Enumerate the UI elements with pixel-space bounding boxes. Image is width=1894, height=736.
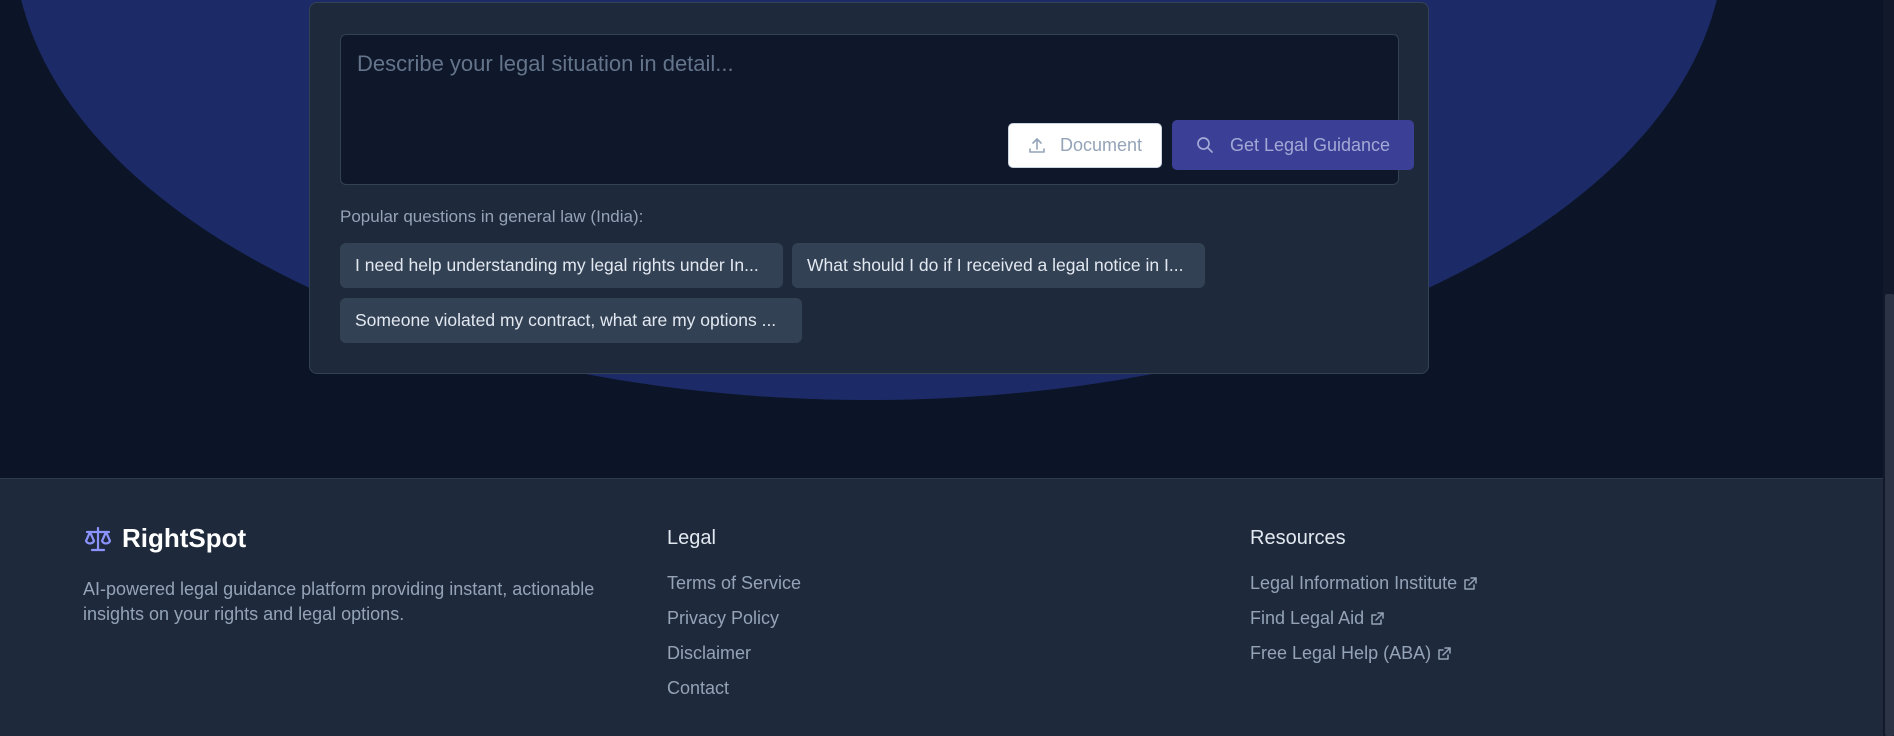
link-label: Free Legal Help (ABA) bbox=[1250, 643, 1432, 663]
find-legal-aid-link[interactable]: Find Legal Aid bbox=[1250, 608, 1384, 629]
scrollbar-thumb[interactable] bbox=[1885, 294, 1894, 736]
popular-question-chip[interactable]: I need help understanding my legal right… bbox=[340, 243, 783, 288]
popular-questions-label: Popular questions in general law (India)… bbox=[340, 207, 644, 226]
disclaimer-link[interactable]: Disclaimer bbox=[667, 643, 751, 664]
get-legal-guidance-button[interactable]: Get Legal Guidance bbox=[1172, 120, 1414, 170]
contact-link[interactable]: Contact bbox=[667, 678, 729, 699]
legal-information-institute-link[interactable]: Legal Information Institute bbox=[1250, 573, 1477, 594]
query-card: Describe your legal situation in detail.… bbox=[309, 2, 1429, 374]
external-link-icon bbox=[1437, 646, 1451, 661]
resources-column-title: Resources bbox=[1250, 527, 1346, 549]
site-footer: RightSpot AI-powered legal guidance plat… bbox=[0, 478, 1883, 736]
legal-column-title: Legal bbox=[667, 527, 716, 549]
external-link-icon bbox=[1463, 576, 1477, 591]
footer-brand[interactable]: RightSpot bbox=[84, 523, 246, 554]
textarea-placeholder: Describe your legal situation in detail.… bbox=[357, 51, 734, 76]
hero-section: Describe your legal situation in detail.… bbox=[0, 0, 1894, 478]
popular-question-chip[interactable]: Someone violated my contract, what are m… bbox=[340, 298, 802, 343]
legal-situation-textarea[interactable]: Describe your legal situation in detail.… bbox=[340, 34, 1414, 185]
privacy-policy-link[interactable]: Privacy Policy bbox=[667, 608, 779, 629]
free-legal-help-link[interactable]: Free Legal Help (ABA) bbox=[1250, 643, 1451, 664]
upload-document-button[interactable]: Document bbox=[1008, 123, 1162, 168]
upload-icon bbox=[1028, 137, 1046, 155]
search-icon bbox=[1196, 136, 1214, 154]
terms-of-service-link[interactable]: Terms of Service bbox=[667, 573, 801, 594]
scale-icon bbox=[84, 526, 112, 552]
external-link-icon bbox=[1370, 611, 1384, 626]
document-button-label: Document bbox=[1059, 135, 1143, 155]
link-label: Find Legal Aid bbox=[1250, 608, 1365, 628]
brand-description: AI-powered legal guidance platform provi… bbox=[83, 579, 595, 624]
brand-name: RightSpot bbox=[122, 523, 247, 553]
link-label: Legal Information Institute bbox=[1250, 573, 1458, 593]
popular-question-chip[interactable]: What should I do if I received a legal n… bbox=[792, 243, 1205, 288]
guidance-button-label: Get Legal Guidance bbox=[1229, 134, 1391, 155]
